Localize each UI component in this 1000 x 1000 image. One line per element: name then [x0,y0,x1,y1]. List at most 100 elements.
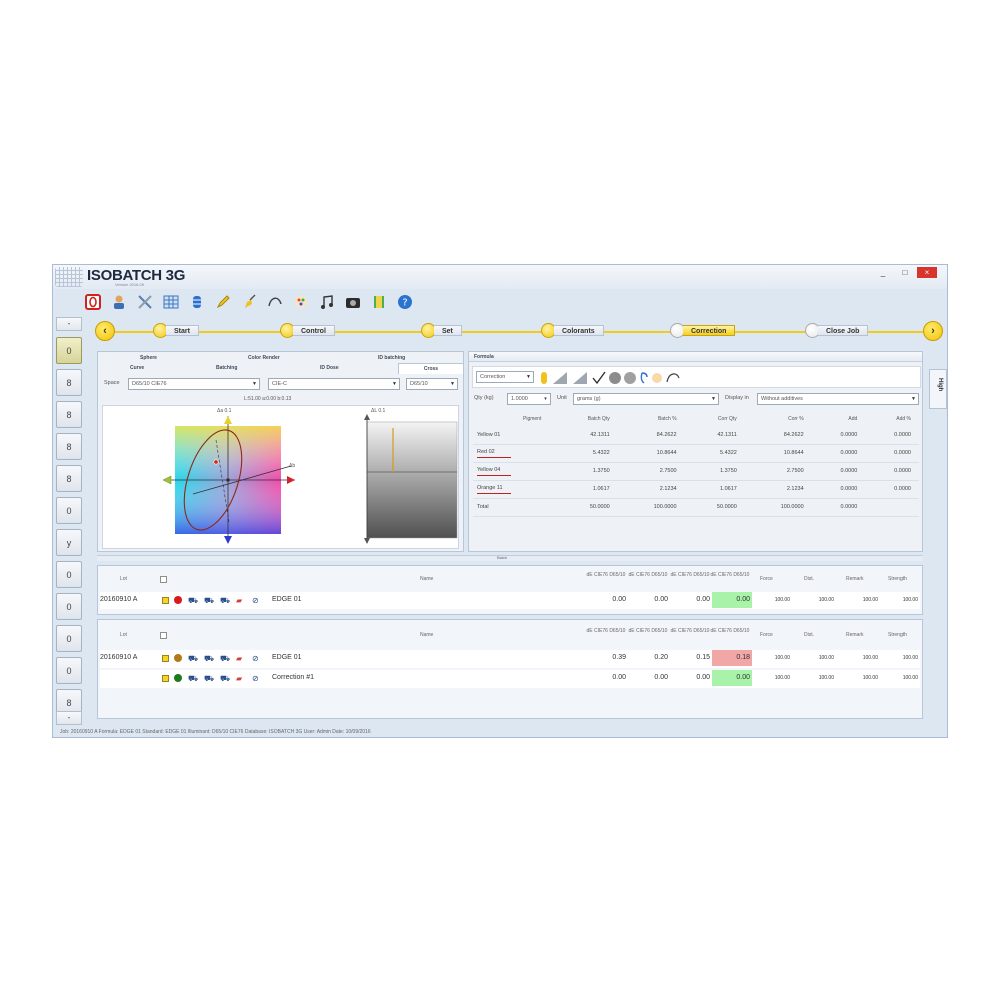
curve-icon[interactable] [265,292,285,312]
nav-item-7[interactable]: 0 [56,561,82,588]
workflow-step-close-job[interactable]: Close Job [818,325,869,336]
value-cell: 100.00 [902,655,918,661]
workflow-step-control[interactable]: Control [293,325,335,336]
ab-color-plane[interactable] [163,410,303,546]
flask-icon[interactable]: ⊘ [252,674,259,683]
nav-item-10[interactable]: 0 [56,657,82,684]
pigment-table: Pigment Batch Qty Batch % Corr Qty Corr … [473,412,919,517]
qty-input[interactable]: 1.0000 ▾ [507,393,551,405]
measure-icon[interactable]: ⛟ [204,674,214,683]
col-strength: Strength [888,576,907,582]
workflow-step-start[interactable]: Start [166,325,199,336]
tab-cross[interactable]: Cross [398,363,464,374]
pigment-value: 42.1311 [553,426,618,445]
formula-panel: Formula Correction ▼ Qty (kg) 1.0000 ▾ Uni… [468,351,923,552]
nav-item-0[interactable]: 0 [56,337,82,364]
pigment-row[interactable]: Yellow 01 42.1311 84.2622 42.1311 84.262… [473,426,919,445]
select-all-checkbox[interactable] [160,632,167,639]
tab-id-dose[interactable]: ID Dose [320,365,339,371]
measure-icon[interactable]: ⛟ [204,596,214,605]
book-icon[interactable] [369,292,389,312]
nav-item-5[interactable]: 0 [56,497,82,524]
stop-icon[interactable] [83,292,103,312]
brush-icon[interactable] [239,292,259,312]
eraser-icon[interactable]: ▰ [236,596,242,605]
nav-item-6[interactable]: y [56,529,82,556]
workflow-prev-button[interactable]: ‹ [95,321,115,341]
row-checkbox[interactable] [162,655,169,662]
table-row[interactable]: 20160910 A ⛟ ⛟ ⛟ ▰ ⊘ EDGE 01 0.39 0.20 0… [100,650,920,668]
chevron-down-icon: ▼ [392,381,397,387]
gray-circle-icon-2 [624,372,636,384]
pigment-row[interactable]: Yellow 04 1.3750 2.7500 1.3750 2.7500 0.… [473,462,919,481]
tab-color-render[interactable]: Color Render [248,355,280,361]
music-icon[interactable] [317,292,337,312]
grid-icon[interactable] [161,292,181,312]
pipette-icon [640,372,648,384]
tab-id-batching[interactable]: ID batching [378,355,405,361]
col-corr-pct: Corr % [788,416,804,422]
bucket-icon[interactable]: ⛟ [188,596,198,605]
nav-scroll-down-button[interactable]: - [56,711,82,725]
nav-item-1[interactable]: 8 [56,369,82,396]
formula-mode-select[interactable]: Correction ▼ [476,371,534,383]
illuminant-select[interactable]: CIE-C ▼ [268,378,400,390]
nav-item-3[interactable]: 8 [56,433,82,460]
user-icon[interactable] [109,292,129,312]
col-add-pct: Add % [896,416,911,422]
bucket-icon[interactable]: ⛟ [188,674,198,683]
table-row[interactable]: 20160910 A ⛟ ⛟ ⛟ ▰ ⊘ EDGE 01 0.00 0.00 0… [100,592,920,609]
measure-icon[interactable]: ⛟ [204,654,214,663]
pigment-row[interactable]: Orange 11 1.0617 2.1234 1.0617 2.1234 0.… [473,480,919,499]
row-checkbox[interactable] [162,597,169,604]
maximize-button[interactable]: □ [895,267,915,278]
workflow-step-correction[interactable]: Correction [683,325,736,336]
batch-name-cell: Correction #1 [272,674,315,681]
flask-icon[interactable]: ⊘ [252,596,259,605]
print-icon[interactable]: ⛟ [220,654,230,663]
pencil-icon[interactable] [213,292,233,312]
eraser-icon[interactable]: ▰ [236,654,242,663]
database-icon[interactable] [187,292,207,312]
nav-item-9[interactable]: 0 [56,625,82,652]
unit-select[interactable]: grams (g) ▼ [573,393,719,405]
bucket-icon[interactable]: ⛟ [188,654,198,663]
formula-mode-value: Correction [480,374,506,380]
nav-item-8[interactable]: 0 [56,593,82,620]
table-row[interactable]: ⛟ ⛟ ⛟ ▰ ⊘ Correction #1 0.00 0.00 0.00 0… [100,670,920,688]
flask-icon[interactable]: ⊘ [252,654,259,663]
workflow-step-set[interactable]: Set [434,325,462,336]
space-select[interactable]: D65/10 CIE76 ▼ [128,378,260,390]
nav-scroll-up-button[interactable]: - [56,317,82,331]
tab-curve[interactable]: Curve [130,365,144,371]
side-tab-high[interactable]: High [929,369,947,409]
tab-batching[interactable]: Batching [216,365,237,371]
tab-sphere[interactable]: Sphere [140,355,157,361]
observer-select[interactable]: D65/10 ▼ [406,378,458,390]
camera-icon[interactable] [343,292,363,312]
select-all-checkbox[interactable] [160,576,167,583]
col-dist: Dist. [804,576,814,582]
minimize-button[interactable]: _ [873,267,893,278]
pigment-row[interactable]: Red 02 5.4322 10.8644 5.4322 10.8644 0.0… [473,444,919,463]
help-icon[interactable]: ? [395,292,415,312]
display-select[interactable]: Without additives ▼ [757,393,919,405]
workflow-next-button[interactable]: › [923,321,943,341]
pigment-name-cell: Red 02 [473,444,553,463]
print-icon[interactable]: ⛟ [220,674,230,683]
row-checkbox[interactable] [162,675,169,682]
close-button[interactable]: × [917,267,937,278]
pigment-value: 0.0000 [865,462,919,481]
tools-icon[interactable] [135,292,155,312]
nav-item-4[interactable]: 8 [56,465,82,492]
eraser-icon[interactable]: ▰ [236,674,242,683]
nav-item-2[interactable]: 8 [56,401,82,428]
value-cell: 100.00 [774,597,790,603]
palette-icon[interactable] [291,292,311,312]
panel-splitter[interactable]: Batch [97,555,923,561]
value-cell-highlight: 0.18 [712,650,752,666]
print-icon[interactable]: ⛟ [220,596,230,605]
workflow-step-colorants[interactable]: Colorants [554,325,604,336]
lightness-chart[interactable] [363,410,461,546]
pigment-value: 50.0000 [684,498,745,517]
